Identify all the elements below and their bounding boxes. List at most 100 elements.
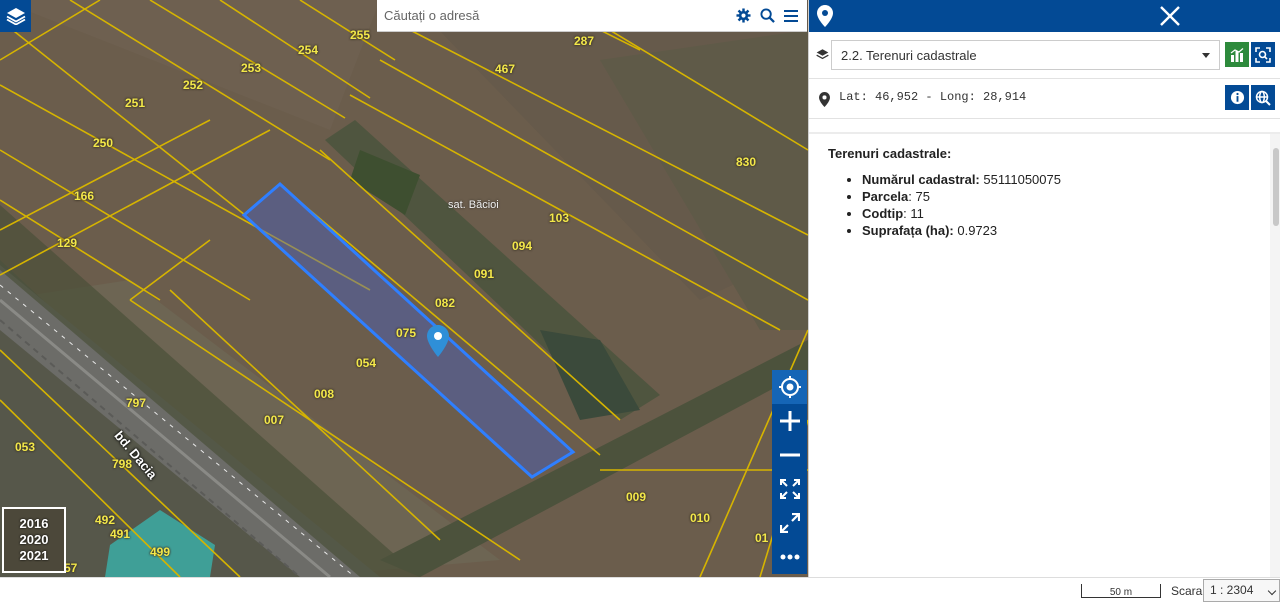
attribute-label: Numărul cadastral: <box>862 172 980 187</box>
parcel-label: 492 <box>95 513 116 527</box>
search-button[interactable] <box>755 0 779 32</box>
scale-dropdown[interactable]: 1 : 2304 <box>1203 579 1280 602</box>
parcel-label: 467 <box>495 62 516 76</box>
chevron-down-icon <box>1267 586 1277 596</box>
scrollbar-thumb[interactable] <box>1273 148 1279 226</box>
map-controls <box>772 370 807 574</box>
parcel-label: 287 <box>574 34 595 48</box>
chart-icon <box>1230 47 1244 62</box>
parcel-label: 254 <box>298 43 319 57</box>
more-icon <box>780 554 799 560</box>
year-option: 2016 <box>19 516 49 531</box>
extent-icon <box>779 479 800 499</box>
gear-icon <box>735 8 751 23</box>
parcel-label: 010 <box>690 511 711 525</box>
attribute-label: Codtip <box>862 206 904 221</box>
scale-label: Scara: <box>1171 584 1206 598</box>
feature-attributes: Numărul cadastral: 55111050075 Parcela: … <box>828 171 1271 239</box>
settings-button[interactable] <box>731 0 755 32</box>
parcel-label: 797 <box>126 396 147 410</box>
layers-icon <box>6 8 25 25</box>
app: 255 254 253 252 251 250 166 129 287 467 … <box>0 0 1280 603</box>
year-option: 2020 <box>19 532 49 547</box>
layer-dropdown-value: 2.2. Terenuri cadastrale <box>841 47 977 63</box>
menu-button[interactable] <box>779 0 803 32</box>
map-pin-icon <box>817 5 833 27</box>
parcel-label: 253 <box>241 61 262 75</box>
zoom-to-selection-button[interactable] <box>1251 42 1275 67</box>
layers-icon <box>816 49 829 60</box>
close-icon[interactable] <box>1158 4 1182 28</box>
coordinates-readout: Lat: 46,952 - Long: 28,914 <box>839 90 1027 104</box>
search-location-button[interactable] <box>1251 85 1275 110</box>
info-icon <box>1230 90 1244 105</box>
parcel-label: 008 <box>314 387 335 401</box>
locate-button[interactable] <box>772 370 807 404</box>
panel-header <box>809 0 1280 32</box>
year-option: 2021 <box>19 548 49 563</box>
divider <box>809 118 1280 119</box>
parcel-label: 054 <box>356 356 377 370</box>
map-pin-icon <box>819 92 830 107</box>
scale-bar: 50 m <box>1081 584 1161 598</box>
panel-scrollbar[interactable] <box>1270 134 1280 577</box>
parcel-label: 094 <box>512 239 533 253</box>
crosshair-icon <box>778 376 801 398</box>
attribute-value: 55111050075 <box>979 172 1061 187</box>
parcel-label: 103 <box>549 211 570 225</box>
attribute-item: Numărul cadastral: 55111050075 <box>862 171 1271 188</box>
zoom-out-button[interactable] <box>772 438 807 472</box>
parcel-label: 252 <box>183 78 204 92</box>
satellite-imagery <box>0 0 808 577</box>
feature-info: Terenuri cadastrale: Numărul cadastral: … <box>809 134 1271 577</box>
attribute-item: Parcela: 75 <box>862 188 1271 205</box>
parcel-label: 075 <box>396 326 417 340</box>
search-input[interactable] <box>377 8 731 23</box>
plus-icon <box>779 411 800 431</box>
chevron-down-icon <box>1202 53 1210 58</box>
place-label: sat. Băcioi <box>448 199 499 211</box>
menu-icon <box>784 9 798 22</box>
attribute-label: Parcela <box>862 189 909 204</box>
scale-dropdown-value: 1 : 2304 <box>1210 583 1254 597</box>
minus-icon <box>779 453 800 457</box>
layer-dropdown[interactable]: 2.2. Terenuri cadastrale <box>831 40 1220 70</box>
info-panel: 2.2. Terenuri cadastrale Lat: 46,952 - L… <box>808 0 1280 577</box>
location-marker-icon[interactable] <box>427 325 449 357</box>
parcel-label: 166 <box>74 189 95 203</box>
attribute-label: Suprafața (ha): <box>862 223 954 238</box>
focus-icon <box>1255 46 1271 63</box>
attribute-value: : 75 <box>908 189 930 204</box>
feature-info-heading: Terenuri cadastrale: <box>828 146 952 161</box>
parcel-label: 091 <box>474 267 495 281</box>
imagery-year-switcher[interactable]: 2016 2020 2021 <box>2 507 66 573</box>
expand-icon <box>779 513 800 533</box>
parcel-label: 57 <box>64 561 78 575</box>
search-bar <box>377 0 807 32</box>
attribute-value: : 11 <box>903 206 924 221</box>
status-bar: 50 m Scara: 1 : 2304 <box>0 577 1280 603</box>
zoom-in-button[interactable] <box>772 404 807 438</box>
layers-button[interactable] <box>0 0 31 32</box>
parcel-label: 491 <box>110 527 131 541</box>
parcel-label: 082 <box>435 296 456 310</box>
attribute-item: Codtip: 11 <box>862 205 1271 222</box>
map-view[interactable]: 255 254 253 252 251 250 166 129 287 467 … <box>0 0 808 577</box>
attribute-value: 0.9723 <box>953 223 998 238</box>
parcel-label: 01 <box>755 531 769 545</box>
parcel-label: 251 <box>125 96 146 110</box>
layer-row: 2.2. Terenuri cadastrale <box>809 40 1280 72</box>
parcel-label: 499 <box>150 545 171 559</box>
parcel-label: 009 <box>626 490 647 504</box>
statistics-button[interactable] <box>1225 42 1249 67</box>
parcel-label: 250 <box>93 136 114 150</box>
more-options-button[interactable] <box>772 540 807 574</box>
attribute-item: Suprafața (ha): 0.9723 <box>862 222 1271 239</box>
parcel-label: 053 <box>15 440 36 454</box>
parcel-label: 129 <box>57 236 78 250</box>
fullscreen-button[interactable] <box>772 506 807 540</box>
parcel-label: 255 <box>350 28 371 42</box>
info-button[interactable] <box>1225 85 1249 110</box>
parcel-label: 007 <box>264 413 285 427</box>
zoom-extent-button[interactable] <box>772 472 807 506</box>
